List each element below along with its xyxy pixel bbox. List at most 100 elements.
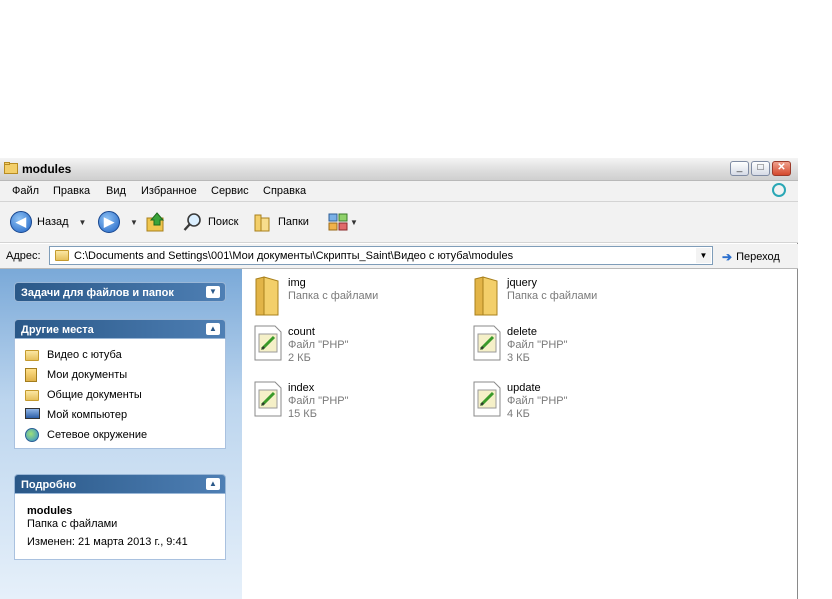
details-panel: modules Папка с файлами Изменен: 21 март… (14, 494, 226, 560)
file-size: 15 КБ (288, 408, 317, 420)
address-bar: Адрес: C:\Documents and Settings\001\Мои… (0, 244, 798, 269)
menu-view[interactable]: Вид (106, 185, 126, 197)
address-dropdown-icon[interactable]: ▼ (696, 248, 711, 263)
forward-dropdown-icon[interactable]: ▼ (130, 218, 138, 227)
file-item[interactable]: count Файл "PHP" 2 КБ (242, 321, 442, 367)
folder-icon (25, 388, 41, 402)
file-item[interactable]: delete Файл "PHP" 3 КБ (461, 321, 661, 367)
minimize-button[interactable]: _ (730, 161, 749, 176)
php-file-icon (254, 381, 282, 417)
menu-file[interactable]: Файл (12, 185, 39, 197)
file-type: Файл "PHP" (288, 395, 349, 407)
place-label: Сетевое окружение (47, 429, 148, 441)
place-label: Мой компьютер (47, 409, 128, 421)
details-title: Подробно (21, 479, 77, 491)
go-button[interactable]: ➔ Переход (722, 250, 780, 264)
address-path: C:\Documents and Settings\001\Мои докуме… (74, 250, 514, 262)
folder-up-icon (146, 212, 165, 232)
address-input[interactable]: C:\Documents and Settings\001\Мои докуме… (49, 246, 713, 265)
forward-button[interactable]: ▶ ▼ (98, 211, 138, 233)
file-type: Файл "PHP" (507, 339, 568, 351)
file-name: jquery (507, 277, 537, 289)
file-name: img (288, 277, 306, 289)
back-label: Назад (37, 216, 69, 228)
my-documents-icon (25, 368, 41, 382)
details-modified: Изменен: 21 марта 2013 г., 9:41 (27, 536, 188, 548)
forward-arrow-icon: ▶ (98, 211, 120, 233)
network-icon (25, 428, 41, 442)
file-item[interactable]: img Папка с файлами (242, 272, 442, 318)
place-network[interactable]: Сетевое окружение (25, 427, 147, 443)
file-name: count (288, 326, 315, 338)
folders-icon (254, 214, 270, 232)
place-label: Общие документы (47, 389, 142, 401)
folder-icon (4, 162, 18, 174)
background-edge (798, 158, 832, 599)
place-my-documents[interactable]: Мои документы (25, 367, 127, 383)
menu-favorites[interactable]: Избранное (141, 185, 197, 197)
file-item[interactable]: index Файл "PHP" 15 КБ (242, 377, 442, 423)
place-label: Мои документы (47, 369, 128, 381)
place-my-computer[interactable]: Мой компьютер (25, 407, 127, 423)
collapse-chevron-icon[interactable]: ▲ (206, 478, 220, 490)
go-arrow-icon: ➔ (722, 250, 733, 264)
folders-label: Папки (278, 216, 309, 228)
file-name: delete (507, 326, 537, 338)
details-name: modules (27, 505, 73, 517)
php-file-icon (473, 381, 501, 417)
folder-icon (25, 348, 41, 362)
search-icon (183, 213, 201, 231)
explorer-window: modules _ □ ✕ Файл Правка Вид Избранное … (0, 158, 798, 599)
folder-icon (474, 276, 498, 316)
file-name: index (288, 382, 315, 394)
search-button[interactable]: Поиск (182, 211, 238, 233)
menu-edit[interactable]: Правка (53, 185, 90, 197)
file-folder-tasks-header[interactable]: Задачи для файлов и папок ▼ (14, 282, 226, 302)
go-label: Переход (736, 251, 780, 263)
maximize-button[interactable]: □ (751, 161, 770, 176)
computer-icon (25, 408, 41, 422)
file-item[interactable]: update Файл "PHP" 4 КБ (461, 377, 661, 423)
file-type: Папка с файлами (507, 290, 598, 302)
place-shared-documents[interactable]: Общие документы (25, 387, 142, 403)
windows-logo-icon (772, 183, 786, 197)
back-dropdown-icon[interactable]: ▼ (79, 218, 87, 227)
file-type: Папка с файлами (288, 290, 379, 302)
file-type: Файл "PHP" (288, 339, 349, 351)
folder-icon (255, 276, 279, 316)
file-item[interactable]: jquery Папка с файлами (461, 272, 661, 318)
folders-button[interactable]: Папки (252, 211, 309, 233)
views-dropdown-icon[interactable]: ▼ (350, 218, 358, 227)
file-type: Файл "PHP" (507, 395, 568, 407)
expand-chevron-icon[interactable]: ▼ (206, 286, 220, 298)
title-bar[interactable]: modules _ □ ✕ (0, 158, 798, 181)
window-title: modules (22, 162, 72, 176)
file-size: 4 КБ (507, 408, 530, 420)
up-folder-button[interactable] (145, 211, 167, 233)
details-type: Папка с файлами (27, 518, 118, 530)
menu-bar: Файл Правка Вид Избранное Сервис Справка (0, 181, 798, 202)
menu-tools[interactable]: Сервис (211, 185, 249, 197)
search-label: Поиск (208, 216, 239, 228)
place-video[interactable]: Видео с ютуба (25, 347, 122, 363)
file-size: 2 КБ (288, 352, 311, 364)
tasks-title: Задачи для файлов и папок (21, 287, 174, 299)
php-file-icon (473, 325, 501, 361)
task-pane: Задачи для файлов и папок ▼ Другие места… (0, 269, 242, 599)
back-button[interactable]: ◀ Назад ▼ (10, 211, 86, 233)
file-size: 3 КБ (507, 352, 530, 364)
menu-help[interactable]: Справка (263, 185, 306, 197)
close-button[interactable]: ✕ (772, 161, 791, 176)
other-places-panel: Видео с ютуба Мои документы Общие докуме… (14, 339, 226, 449)
file-name: update (507, 382, 541, 394)
address-label: Адрес: (6, 250, 41, 262)
places-title: Другие места (21, 324, 94, 336)
views-icon (328, 213, 348, 231)
details-header[interactable]: Подробно ▲ (14, 474, 226, 494)
php-file-icon (254, 325, 282, 361)
other-places-header[interactable]: Другие места ▲ (14, 319, 226, 339)
back-arrow-icon: ◀ (10, 211, 32, 233)
folder-icon (55, 250, 69, 261)
views-button[interactable]: ▼ (327, 211, 358, 233)
collapse-chevron-icon[interactable]: ▲ (206, 323, 220, 335)
